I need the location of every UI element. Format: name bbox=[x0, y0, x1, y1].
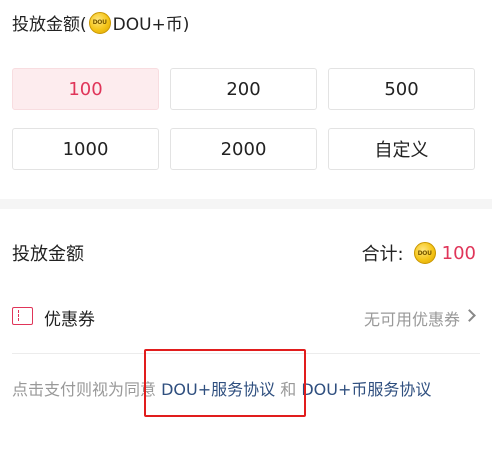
dou-coin-icon: DOU bbox=[413, 242, 436, 264]
summary-row-label: 投放金额 bbox=[12, 244, 84, 265]
coupon-label[interactable]: 优惠券 bbox=[44, 305, 95, 330]
coupon-icon bbox=[12, 307, 33, 325]
coupon-value[interactable]: 无可用优惠券 bbox=[364, 306, 460, 330]
amount-option-500[interactable]: 500 bbox=[328, 68, 475, 110]
highlight-annotation-box bbox=[144, 349, 306, 417]
amount-option-custom[interactable]: 自定义 bbox=[328, 128, 475, 170]
amount-option-2000[interactable]: 2000 bbox=[170, 128, 317, 170]
amount-option-200[interactable]: 200 bbox=[170, 68, 317, 110]
amount-title-suffix: DOU+币) bbox=[112, 15, 190, 35]
dou-coin-icon: DOU bbox=[88, 11, 111, 34]
section-divider bbox=[0, 199, 492, 209]
agreement-prefix: 点击支付则视为同意 bbox=[12, 380, 162, 399]
total-value: 100 bbox=[441, 242, 476, 264]
payment-panel: 投放金额( DOU DOU+币) 100 200 500 1000 2000 自… bbox=[0, 0, 492, 455]
amount-title-prefix: 投放金额( bbox=[12, 15, 87, 35]
amount-option-100[interactable]: 100 bbox=[12, 68, 159, 110]
chevron-right-icon[interactable] bbox=[463, 309, 476, 322]
total-label: 合计: bbox=[361, 244, 404, 265]
amount-section-title: 投放金额( DOU DOU+币) bbox=[12, 10, 189, 35]
dou-coin-service-agreement-link[interactable]: DOU+币服务协议 bbox=[301, 380, 431, 399]
total-amount: 合计: DOU 100 bbox=[362, 240, 476, 266]
amount-option-1000[interactable]: 1000 bbox=[12, 128, 159, 170]
